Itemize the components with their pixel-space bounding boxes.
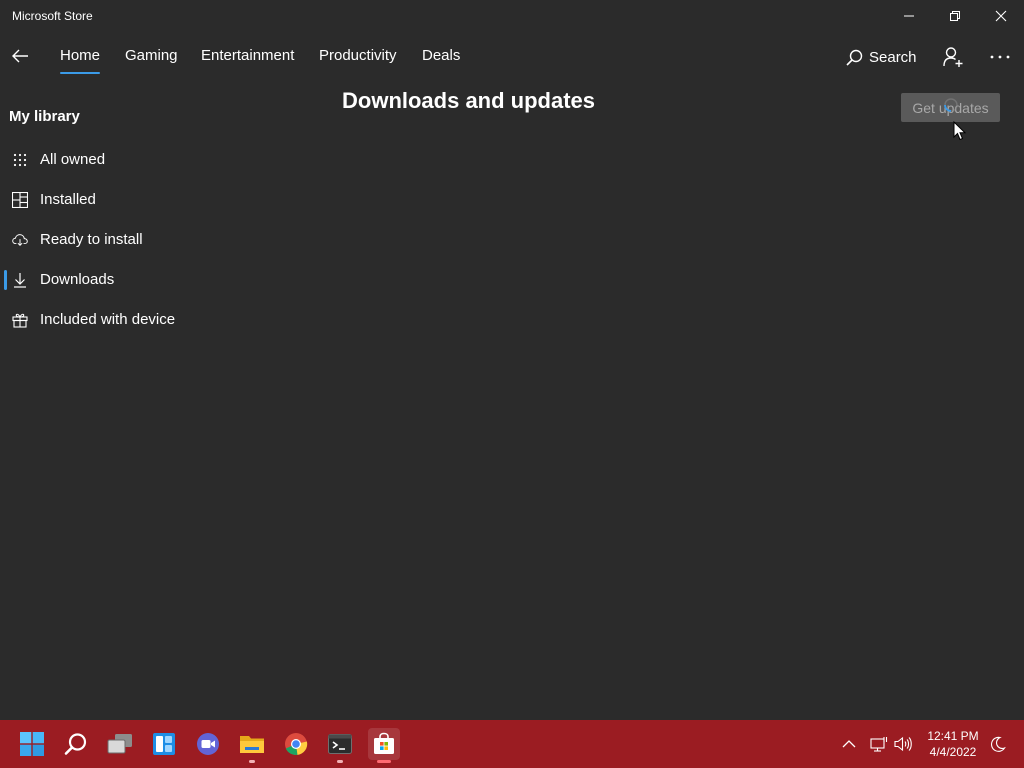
tab-home[interactable]: Home xyxy=(60,47,101,74)
sidebar-item-installed[interactable]: Installed xyxy=(0,180,300,220)
terminal-button[interactable] xyxy=(324,728,356,763)
volume-button[interactable] xyxy=(894,720,912,768)
teams-chat-button[interactable] xyxy=(192,728,224,760)
sidebar-item-label: Installed xyxy=(40,191,96,208)
cloud-download-icon xyxy=(12,232,28,248)
task-view-button[interactable] xyxy=(104,728,136,760)
show-hidden-icons-button[interactable] xyxy=(842,720,856,768)
close-icon xyxy=(995,10,1007,22)
clock-date: 4/4/2022 xyxy=(929,745,977,759)
focus-moon-icon xyxy=(991,736,1006,752)
sidebar-item-label: Included with device xyxy=(40,311,176,328)
taskbar-clock[interactable]: 12:41 PM 4/4/2022 xyxy=(920,728,986,760)
running-indicator xyxy=(377,760,391,763)
windows-logo-icon xyxy=(20,732,44,756)
search-button[interactable]: Search xyxy=(846,46,917,68)
running-indicator xyxy=(249,760,255,763)
widgets-button[interactable] xyxy=(148,728,180,760)
start-button[interactable] xyxy=(16,728,48,760)
restore-icon xyxy=(950,11,960,21)
search-button[interactable] xyxy=(60,728,92,760)
sidebar-item-label: Ready to install xyxy=(40,231,143,248)
tab-productivity[interactable]: Productivity xyxy=(319,47,397,64)
chrome-icon xyxy=(285,733,308,756)
network-icon xyxy=(870,737,888,752)
store-button[interactable] xyxy=(368,728,400,763)
clock-time: 12:41 PM xyxy=(927,729,979,743)
mouse-cursor-icon xyxy=(953,121,967,141)
title-bar: Microsoft Store xyxy=(0,0,1024,32)
top-navigation: Home Gaming Entertainment Productivity D… xyxy=(0,32,1024,80)
running-indicator xyxy=(337,760,343,763)
back-button[interactable] xyxy=(2,36,38,76)
app-title: Microsoft Store xyxy=(12,9,93,23)
task-view-icon xyxy=(107,734,132,754)
sidebar-item-ready-to-install[interactable]: Ready to install xyxy=(0,220,300,260)
close-button[interactable] xyxy=(978,0,1024,32)
download-arrow-icon xyxy=(12,272,28,288)
sidebar-item-label: All owned xyxy=(40,151,106,168)
sidebar-item-label: Downloads xyxy=(40,271,115,288)
file-explorer-button[interactable] xyxy=(236,728,268,763)
minimize-icon xyxy=(904,15,914,17)
speaker-icon xyxy=(894,736,912,752)
notifications-button[interactable] xyxy=(990,720,1006,768)
installed-apps-icon xyxy=(12,192,28,208)
store-bag-icon xyxy=(374,732,394,754)
ellipsis-icon xyxy=(990,55,1010,59)
chrome-button[interactable] xyxy=(280,728,312,760)
chevron-up-icon xyxy=(842,740,856,748)
sidebar-header: My library xyxy=(9,108,80,125)
loading-spinner-icon xyxy=(944,98,958,112)
tab-deals[interactable]: Deals xyxy=(422,47,460,64)
search-label: Search xyxy=(869,48,917,66)
minimize-button[interactable] xyxy=(886,0,932,32)
network-status-button[interactable] xyxy=(870,720,888,768)
search-icon xyxy=(64,733,87,755)
back-arrow-icon xyxy=(12,49,28,63)
sidebar-item-all-owned[interactable]: All owned xyxy=(0,140,300,180)
widgets-icon xyxy=(153,733,175,755)
video-chat-icon xyxy=(197,733,219,755)
terminal-icon xyxy=(328,734,352,754)
search-icon xyxy=(846,49,863,66)
sidebar-item-downloads[interactable]: Downloads xyxy=(0,260,300,300)
tab-entertainment[interactable]: Entertainment xyxy=(201,47,294,64)
store-window: Microsoft Store Home Gaming Entertainmen… xyxy=(0,0,1024,720)
restore-button[interactable] xyxy=(932,0,978,32)
folder-icon xyxy=(240,736,264,753)
page-title: Downloads and updates xyxy=(342,88,596,113)
gift-icon xyxy=(12,312,28,328)
taskbar: 12:41 PM 4/4/2022 xyxy=(0,720,1024,768)
grid-dots-icon xyxy=(12,152,28,168)
more-options-button[interactable] xyxy=(986,46,1014,68)
add-account-icon xyxy=(943,47,963,67)
account-button[interactable] xyxy=(940,44,966,70)
sidebar-item-included-with-device[interactable]: Included with device xyxy=(0,300,300,340)
tab-gaming[interactable]: Gaming xyxy=(125,47,178,64)
